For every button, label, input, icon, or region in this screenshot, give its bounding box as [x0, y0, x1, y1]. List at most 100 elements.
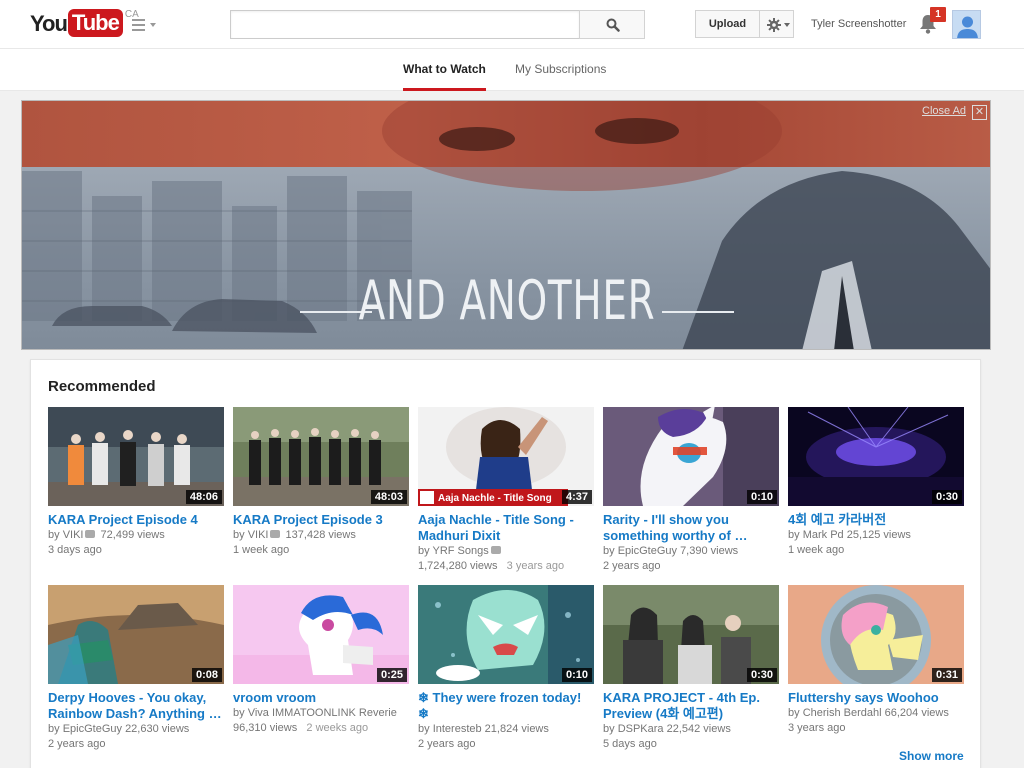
upload-age: 1 week ago: [233, 544, 290, 556]
video-byline: by VIKI 72,499 views: [48, 529, 165, 541]
video-title[interactable]: KARA Project Episode 4: [48, 512, 224, 528]
video-thumbnail[interactable]: 0:30: [603, 585, 779, 684]
video-card[interactable]: 0:10 ❄ They were frozen today! ❄ by Inte…: [418, 585, 594, 752]
channel-name[interactable]: YRF Songs: [432, 545, 488, 557]
video-thumbnail[interactable]: 0:08: [48, 585, 224, 684]
view-count: 22,542 views: [666, 723, 731, 735]
channel-name[interactable]: EpicGteGuy: [63, 723, 122, 735]
tab-what-to-watch[interactable]: What to Watch: [403, 49, 486, 91]
close-icon[interactable]: ✕: [972, 105, 987, 120]
video-card[interactable]: 0:10 Rarity - I'll show you something wo…: [603, 407, 779, 574]
video-title[interactable]: 4회 예고 카라버전: [788, 512, 964, 528]
masthead: You Tube CA Upload Tyler Screenshotter 1: [0, 0, 1024, 49]
video-duration: 0:30: [746, 668, 777, 682]
video-thumbnail[interactable]: 0:25: [233, 585, 409, 684]
video-card[interactable]: 48:03 KARA Project Episode 3 by VIKI 137…: [233, 407, 409, 558]
video-title[interactable]: KARA Project Episode 3: [233, 512, 409, 528]
video-card[interactable]: 0:31 Fluttershy says Woohoo by Cherish B…: [788, 585, 964, 736]
view-count: 22,630 views: [125, 723, 190, 735]
channel-name[interactable]: VIKI: [63, 529, 84, 541]
video-title[interactable]: Fluttershy says Woohoo: [788, 690, 964, 706]
tab-my-subscriptions[interactable]: My Subscriptions: [515, 49, 606, 91]
verified-icon: [85, 530, 96, 539]
ad-banner[interactable]: AND ANOTHER Close Ad ✕: [21, 100, 991, 350]
view-count: 72,499 views: [100, 529, 165, 541]
video-thumbnail[interactable]: 0:31: [788, 585, 964, 684]
verified-icon: [270, 530, 281, 539]
chevron-down-icon: [150, 23, 156, 27]
channel-name[interactable]: Cherish Berdahl: [803, 707, 882, 719]
ad-headline: AND ANOTHER: [358, 269, 656, 332]
settings-button[interactable]: [759, 10, 794, 38]
upload-age: 5 days ago: [603, 738, 657, 750]
video-byline: by DSPKara 22,542 views: [603, 723, 731, 735]
video-title[interactable]: Derpy Hooves - You okay, Rainbow Dash? A…: [48, 690, 224, 722]
video-card[interactable]: 0:25 vroom vroom by Viva IMMATOONLINK Re…: [233, 585, 409, 736]
guide-menu-button[interactable]: [132, 16, 158, 34]
video-thumbnail[interactable]: 0:10: [603, 407, 779, 506]
section-title: Recommended: [48, 378, 156, 395]
video-title[interactable]: ❄ They were frozen today! ❄: [418, 690, 594, 722]
video-thumbnail[interactable]: 0:30: [788, 407, 964, 506]
video-title[interactable]: vroom vroom: [233, 690, 409, 706]
video-thumbnail[interactable]: Aaja Nachle - Title Song 4:37: [418, 407, 594, 506]
channel-name[interactable]: Mark Pd: [803, 529, 844, 541]
channel-name[interactable]: Interesteb: [433, 723, 482, 735]
channel-name[interactable]: EpicGteGuy: [618, 545, 677, 557]
video-title[interactable]: Rarity - I'll show you something worthy …: [603, 512, 779, 544]
view-count: 21,824 views: [484, 723, 549, 735]
view-count: 7,390 views: [680, 545, 739, 557]
video-byline: by Interesteb 21,824 views: [418, 723, 549, 735]
youtube-logo[interactable]: You Tube CA: [30, 9, 139, 41]
avatar[interactable]: [952, 10, 981, 39]
view-count: 1,724,280 views: [418, 560, 498, 572]
video-duration: 0:10: [561, 668, 592, 682]
search-button[interactable]: [579, 10, 645, 39]
close-ad-link[interactable]: Close Ad: [922, 105, 966, 117]
channel-name[interactable]: DSPKara: [618, 723, 664, 735]
video-card[interactable]: 0:08 Derpy Hooves - You okay, Rainbow Da…: [48, 585, 224, 752]
video-byline: by VIKI 137,428 views: [233, 529, 356, 541]
chevron-down-icon: [784, 23, 790, 27]
video-byline: by YRF Songs: [418, 544, 594, 559]
thumbnail-caption: Aaja Nachle - Title Song: [438, 493, 552, 504]
video-duration: 0:08: [191, 668, 222, 682]
upload-age: 1 week ago: [788, 544, 845, 556]
video-duration: 0:10: [746, 490, 777, 504]
upload-button[interactable]: Upload: [695, 10, 760, 38]
notification-count-badge: 1: [930, 7, 946, 22]
video-card[interactable]: 0:30 KARA PROJECT - 4th Ep. Preview (4화 …: [603, 585, 779, 752]
video-duration: 48:03: [370, 490, 407, 504]
video-thumbnail[interactable]: 48:03: [233, 407, 409, 506]
show-more-link[interactable]: Show more: [899, 749, 964, 763]
video-byline: by EpicGteGuy 7,390 views: [603, 545, 739, 557]
video-thumbnail[interactable]: 48:06: [48, 407, 224, 506]
video-duration: 0:30: [931, 490, 962, 504]
video-duration: 0:31: [931, 668, 962, 682]
video-title[interactable]: KARA PROJECT - 4th Ep. Preview (4화 예고편): [603, 690, 779, 722]
search-input[interactable]: [230, 10, 580, 39]
upload-age: 2 years ago: [48, 738, 106, 750]
upload-age: 3 days ago: [48, 544, 102, 556]
user-avatar-icon: [953, 11, 980, 38]
video-byline: by Viva IMMATOONLINK Reverie: [233, 707, 397, 719]
search-icon: [606, 18, 620, 32]
video-card[interactable]: 0:30 4회 예고 카라버전 by Mark Pd 25,125 views …: [788, 407, 964, 558]
video-stats: 1,724,280 views 3 years ago: [418, 559, 594, 574]
video-card[interactable]: 48:06 KARA Project Episode 4 by VIKI 72,…: [48, 407, 224, 558]
username-link[interactable]: Tyler Screenshotter: [811, 18, 906, 30]
video-card[interactable]: Aaja Nachle - Title Song 4:37 Aaja Nachl…: [418, 407, 594, 574]
channel-name[interactable]: Viva IMMATOONLINK Reverie: [248, 707, 397, 719]
upload-age: 2 years ago: [418, 738, 476, 750]
logo-you-text: You: [30, 11, 68, 36]
video-duration: 0:25: [376, 668, 407, 682]
channel-name[interactable]: VIKI: [248, 529, 269, 541]
recommended-shelf: Recommended 48:06 KARA Project Episode 4…: [30, 359, 981, 768]
view-count: 96,310 views: [233, 722, 298, 734]
video-stats: 96,310 views 2 weeks ago: [233, 721, 409, 736]
video-byline: by Cherish Berdahl 66,204 views: [788, 707, 949, 719]
video-thumbnail[interactable]: 0:10: [418, 585, 594, 684]
upload-age: 2 weeks ago: [306, 722, 369, 734]
video-duration: 48:06: [185, 490, 222, 504]
video-title[interactable]: Aaja Nachle - Title Song - Madhuri Dixit: [418, 512, 594, 544]
